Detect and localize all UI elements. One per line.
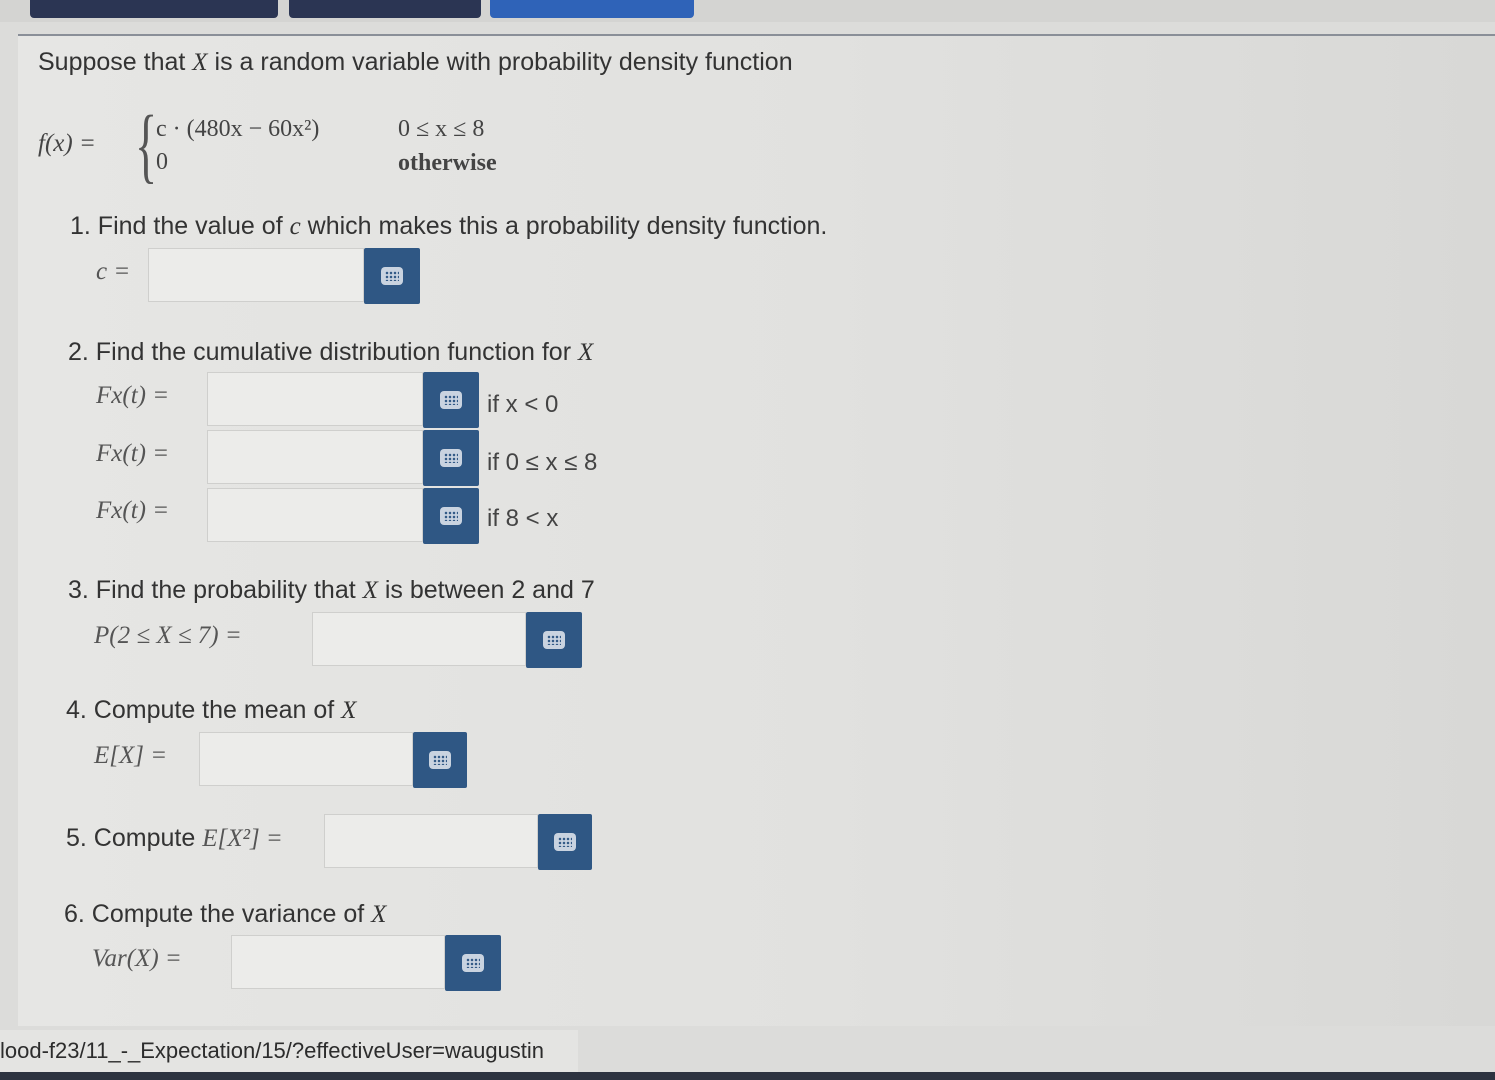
top-tab-3[interactable] [490,0,694,18]
cdf-row-1-label: Fx(t) = [96,382,170,409]
cdf-row-2-field[interactable] [207,430,423,484]
cdf-row-1-field[interactable] [207,372,423,426]
taskbar-edge [0,1072,1495,1080]
cdf-row-3-label: Fx(t) = [96,497,170,524]
pdf-case1-condition: 0 ≤ x ≤ 8 [398,116,485,142]
cdf-row-1-equation-button[interactable] [423,372,479,428]
cdf-row-3-field[interactable] [207,488,423,542]
q4-label: E[X] = [94,742,168,769]
pdf-case1-expression: c · (480x − 60x²) [156,116,320,142]
browser-top-strip [0,0,1495,22]
q6-equation-button[interactable] [445,935,501,991]
q3-equation-button[interactable] [526,612,582,668]
cdf-row-2-label: Fx(t) = [96,440,170,467]
pdf-lhs: f(x) = [38,130,96,157]
question-2: 2. Find the cumulative distribution func… [68,338,594,366]
cdf-row-3-condition: if 8 < x [487,505,559,532]
cdf-row-2-condition: if 0 ≤ x ≤ 8 [487,449,598,476]
question-4: 4. Compute the mean of X [66,696,357,724]
q1-equation-button[interactable] [364,248,420,304]
cdf-row-2-equation-button[interactable] [423,430,479,486]
keyboard-icon [440,449,462,467]
q3-label: P(2 ≤ X ≤ 7) = [94,622,242,649]
mean-answer-field[interactable] [199,732,413,786]
probability-answer-field[interactable] [312,612,526,666]
q5-equation-button[interactable] [538,814,592,870]
keyboard-icon [440,507,462,525]
keyboard-icon [543,631,565,649]
keyboard-icon [429,751,451,769]
cdf-row-3-equation-button[interactable] [423,488,479,544]
pdf-case2-expression: 0 [156,149,168,175]
keyboard-icon [440,391,462,409]
question-1: 1. Find the value of c which makes this … [70,212,828,240]
question-5: 5. Compute E[X²] = [66,824,283,852]
second-moment-answer-field[interactable] [324,814,538,868]
keyboard-icon [381,267,403,285]
c-answer-field[interactable] [148,248,364,302]
q6-label: Var(X) = [92,945,182,972]
question-3: 3. Find the probability that X is betwee… [68,576,595,604]
top-tab-2[interactable] [289,0,481,18]
variance-answer-field[interactable] [231,935,445,989]
q1-label: c = [96,258,131,285]
piecewise-brace: { [135,99,158,192]
problem-statement: Suppose that X is a random variable with… [38,48,793,76]
status-url: lood-f23/11_-_Expectation/15/?effectiveU… [0,1038,545,1063]
q4-equation-button[interactable] [413,732,467,788]
top-tab-1[interactable] [30,0,278,18]
pdf-case2-condition: otherwise [398,150,497,176]
question-6: 6. Compute the variance of X [64,900,387,928]
keyboard-icon [462,954,484,972]
keyboard-icon [554,833,576,851]
cdf-row-1-condition: if x < 0 [487,391,559,418]
